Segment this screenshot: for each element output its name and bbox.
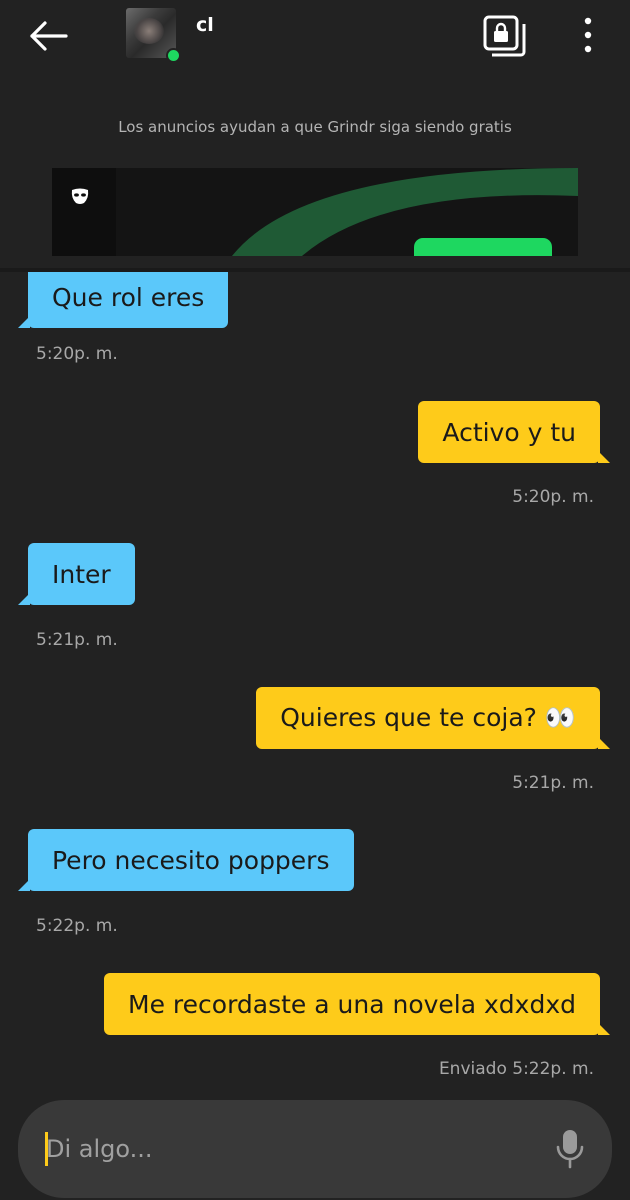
private-album-icon [483, 15, 526, 57]
message-status-timestamp: Enviado 5:22p. m. [438, 1059, 594, 1079]
more-vertical-icon [584, 17, 592, 53]
bubble-tail [598, 1023, 610, 1035]
message-text: Que rol eres [52, 282, 205, 312]
message-timestamp: 5:21p. m. [512, 773, 594, 793]
bubble-tail [18, 879, 30, 891]
message-bubble-outgoing[interactable]: Activo y tu [418, 401, 610, 463]
bubble-tail [598, 737, 610, 749]
message-bubble-incoming[interactable]: Inter [18, 543, 135, 605]
bubble-tail [598, 451, 610, 463]
back-button[interactable] [22, 14, 74, 58]
bubble-tail [18, 316, 30, 328]
voice-message-button[interactable] [554, 1128, 586, 1170]
message-timestamp: 5:20p. m. [36, 344, 118, 364]
ad-banner[interactable] [52, 168, 578, 256]
private-album-button[interactable] [482, 14, 528, 60]
ad-brand-panel [52, 168, 116, 256]
chat-header: cl Los anuncios ayudan a que Grindr siga… [0, 0, 630, 270]
message-text: Inter [52, 559, 111, 589]
microphone-icon [556, 1130, 584, 1169]
message-bubble-outgoing[interactable]: Quieres que te coja? 👀 [256, 687, 610, 749]
message-list[interactable]: Que rol eres 5:20p. m. Activo y tu 5:20p… [0, 272, 630, 1094]
message-timestamp: 5:21p. m. [36, 630, 118, 650]
bubble-tail [18, 593, 30, 605]
ad-cta-button[interactable] [414, 238, 552, 256]
message-bubble-incoming[interactable]: Que rol eres [18, 272, 229, 328]
message-timestamp: 5:20p. m. [512, 487, 594, 507]
avatar-photo [134, 18, 164, 44]
message-text: Pero necesito poppers [52, 845, 330, 875]
message-bubble-incoming[interactable]: Pero necesito poppers [18, 829, 354, 891]
message-text: Me recordaste a una novela xdxdxd [128, 989, 576, 1019]
message-timestamp: 5:22p. m. [36, 916, 118, 936]
online-status-indicator [166, 48, 181, 63]
message-text: Quieres que te coja? 👀 [280, 703, 576, 732]
grindr-mask-icon [71, 188, 89, 204]
message-bubble-outgoing[interactable]: Me recordaste a una novela xdxdxd [104, 973, 610, 1035]
ad-notice: Los anuncios ayudan a que Grindr siga si… [118, 118, 512, 136]
message-composer [18, 1100, 612, 1198]
more-options-button[interactable] [572, 14, 604, 56]
arrow-left-icon [30, 21, 68, 51]
username[interactable]: cl [196, 14, 214, 36]
message-input[interactable] [46, 1130, 526, 1168]
message-text: Activo y tu [442, 417, 576, 447]
